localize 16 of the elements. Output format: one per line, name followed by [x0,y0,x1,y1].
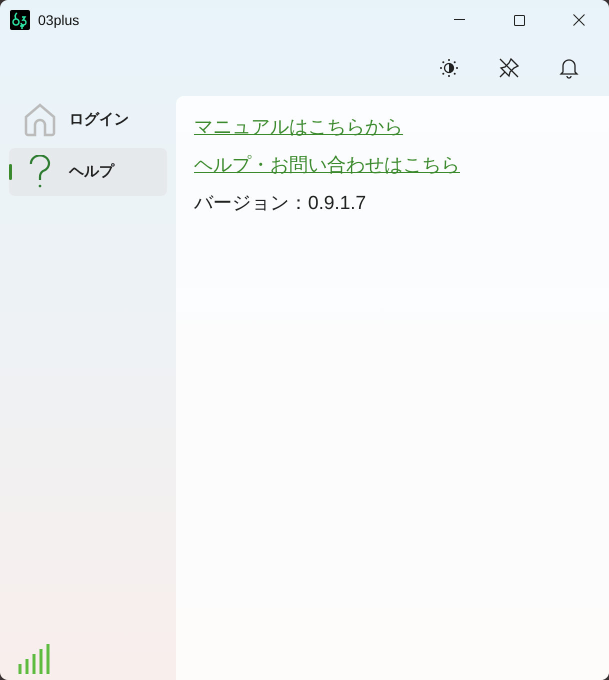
question-mark-icon [29,155,51,189]
link[interactable]: マニュアルはこちらから [194,116,403,140]
nav-item[interactable]: ヘルプ [9,148,167,196]
maximize-icon [514,14,524,26]
signal-bars-icon [18,644,50,674]
window-title: 03plus [38,10,80,30]
brightness-icon [439,58,459,78]
link[interactable]: ヘルプ・お問い合わせはこちら [194,154,460,178]
home-icon [24,103,56,137]
version-text: バージョン：0.9.1.7 [194,192,366,216]
crossed-pin-icon [498,57,520,79]
app-logo-icon [10,10,30,30]
minimize-icon [454,19,464,21]
bell-icon [559,57,579,79]
nav-item[interactable]: ログイン [9,96,167,144]
close-icon [573,14,585,26]
